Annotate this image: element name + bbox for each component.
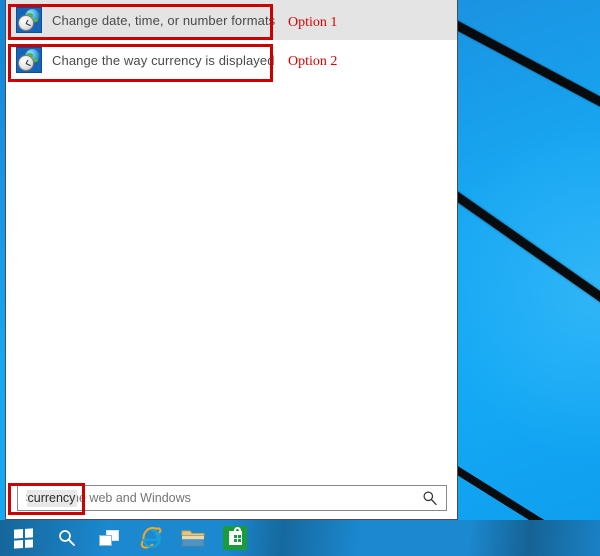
start-button[interactable] xyxy=(0,520,46,556)
taskbar xyxy=(0,520,600,556)
screen: Change date, time, or number formats Cha… xyxy=(0,0,600,556)
search-input-value: currency xyxy=(26,490,78,507)
taskbar-search-button[interactable] xyxy=(46,520,88,556)
annotation-label-option-1: Option 1 xyxy=(288,15,338,30)
internet-explorer-icon xyxy=(140,526,162,549)
task-view-icon xyxy=(99,530,119,546)
store-bag-icon xyxy=(223,526,247,550)
region-clock-globe-icon xyxy=(16,7,42,33)
search-results-list: Change date, time, or number formats Cha… xyxy=(6,0,457,477)
search-icon xyxy=(59,530,75,546)
clock-glyph xyxy=(18,55,34,71)
search-input[interactable] xyxy=(17,486,446,510)
region-clock-globe-icon xyxy=(16,47,42,73)
windows-logo-icon xyxy=(13,527,33,549)
file-explorer-button[interactable] xyxy=(172,520,214,556)
folder-icon xyxy=(181,530,205,547)
search-bar: currency xyxy=(6,477,457,519)
search-icon[interactable] xyxy=(422,490,438,506)
search-result-label: Change the way currency is displayed xyxy=(52,52,275,68)
search-result-label: Change date, time, or number formats xyxy=(52,12,276,28)
search-input-wrapper[interactable]: currency xyxy=(16,485,447,511)
search-result-item-2[interactable]: Change the way currency is displayed xyxy=(6,40,457,80)
clock-glyph xyxy=(18,15,34,31)
store-button[interactable] xyxy=(214,520,256,556)
search-results-panel: Change date, time, or number formats Cha… xyxy=(5,0,458,520)
task-view-button[interactable] xyxy=(88,520,130,556)
internet-explorer-button[interactable] xyxy=(130,520,172,556)
search-result-item-1[interactable]: Change date, time, or number formats xyxy=(6,0,457,40)
annotation-label-option-2: Option 2 xyxy=(288,54,338,69)
